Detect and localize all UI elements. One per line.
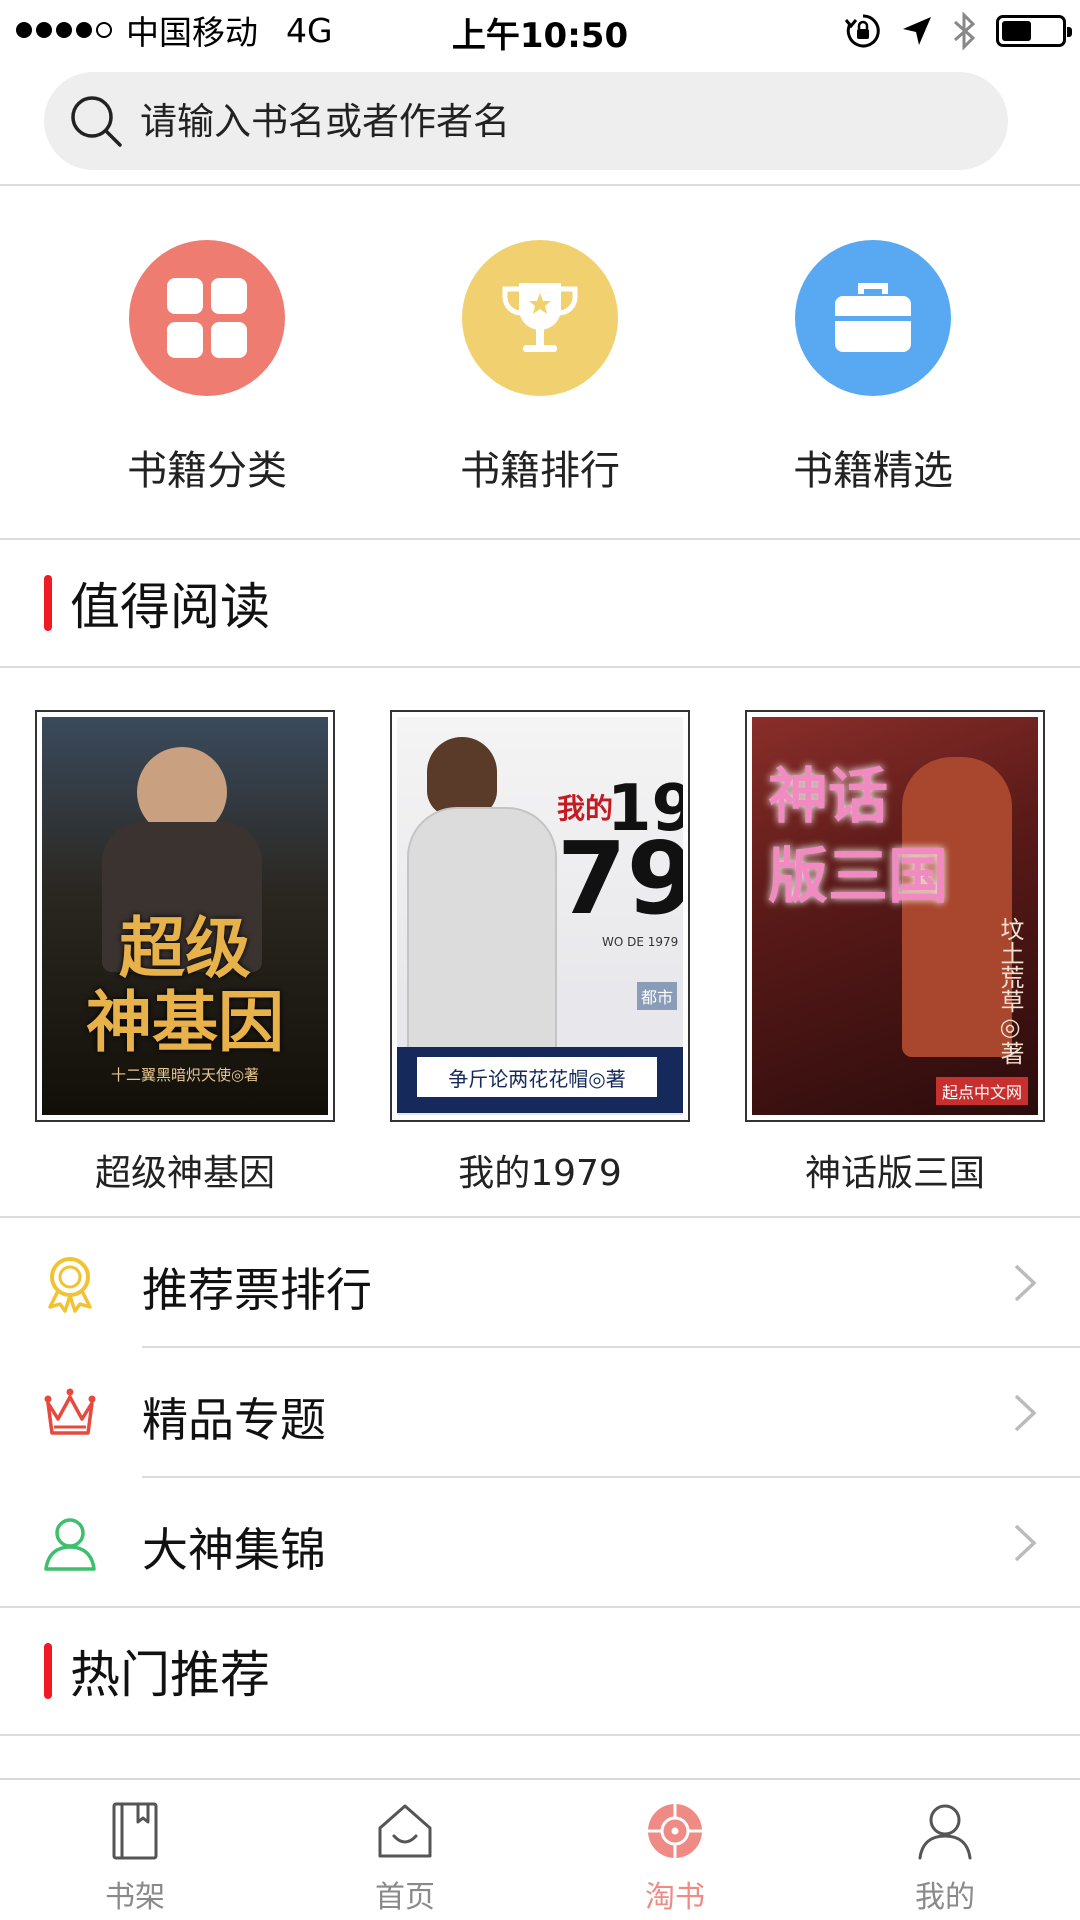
cover-subtitle: WO DE 1979 <box>602 935 679 949</box>
cover-author: 坟土荒草◎著 <box>996 917 1024 1065</box>
tab-label: 首页 <box>375 1880 435 1915</box>
tab-label: 书架 <box>105 1880 165 1915</box>
book-card[interactable]: 神话 版三国 坟土荒草◎著 起点中文网 神话版三国 <box>745 710 1045 1196</box>
list-item-label: 精品专题 <box>142 1393 326 1447</box>
grid-icon <box>167 278 247 358</box>
battery-icon <box>996 15 1072 47</box>
tab-label: 我的 <box>915 1880 975 1915</box>
target-icon <box>648 1804 702 1858</box>
list-item-label: 大神集锦 <box>142 1523 326 1577</box>
status-bar: 中国移动 4G 上午10:50 <box>0 0 1080 62</box>
tab-bookshelf[interactable]: 书架 <box>0 1780 270 1920</box>
quick-entry-category[interactable]: 书籍分类 <box>57 240 357 496</box>
cover-digits-bottom: 79 <box>557 820 683 937</box>
crown-icon <box>44 1388 96 1435</box>
app-screen: 中国移动 4G 上午10:50 请输入书名或者作者名 书籍分类 书籍排行 书籍精… <box>0 0 1080 1920</box>
search-input[interactable] <box>140 99 960 143</box>
section-header-hot-recommend: 热门推荐 <box>0 1608 1080 1734</box>
book-cover[interactable]: 争斤论两花花帽◎著 我的 19 79 WO DE 1979 都市 <box>390 710 690 1122</box>
section-accent-bar <box>44 1643 52 1699</box>
tab-home[interactable]: 首页 <box>270 1780 540 1920</box>
list-item-label: 推荐票排行 <box>142 1263 372 1317</box>
chevron-right-icon <box>1014 1264 1037 1302</box>
book-title: 超级神基因 <box>94 1153 275 1194</box>
cover-publisher: 起点中文网 <box>935 1077 1028 1105</box>
search-icon <box>71 96 122 147</box>
chevron-right-icon <box>1014 1394 1037 1432</box>
quick-entry-label: 书籍排行 <box>460 448 620 494</box>
location-icon <box>903 17 931 45</box>
bookshelf-icon <box>112 1802 158 1860</box>
section-title: 值得阅读 <box>70 578 270 636</box>
cover-author: 十二翼黑暗炽天使◎著 <box>110 1066 260 1084</box>
ranking-circle <box>462 240 618 396</box>
cover-title-line: 神话 <box>768 762 888 832</box>
home-icon <box>378 1804 432 1858</box>
list-item-recommend-ranking[interactable]: 推荐票排行 <box>0 1218 1080 1348</box>
book-card[interactable]: 争斤论两花花帽◎著 我的 19 79 WO DE 1979 都市 我的1979 <box>390 710 690 1196</box>
tab-bar: 书架 首页 淘书 我的 <box>0 1778 1080 1920</box>
tab-label: 淘书 <box>645 1880 705 1915</box>
tab-mine[interactable]: 我的 <box>810 1780 1080 1920</box>
briefcase-icon <box>835 283 911 352</box>
quick-entry-featured[interactable]: 书籍精选 <box>723 240 1023 496</box>
book-cover[interactable]: 神话 版三国 坟土荒草◎著 起点中文网 <box>745 710 1045 1122</box>
search-bar[interactable] <box>44 72 1008 170</box>
user-icon <box>918 1804 972 1860</box>
book-title: 我的1979 <box>458 1153 622 1194</box>
bluetooth-icon <box>954 11 976 51</box>
book-title: 神话版三国 <box>804 1153 985 1194</box>
list-item-featured-topics[interactable]: 精品专题 <box>0 1348 1080 1478</box>
book-card[interactable]: 超级 神基因 十二翼黑暗炽天使◎著 超级神基因 <box>35 710 335 1196</box>
cover-figure-hair <box>427 737 497 817</box>
category-circle <box>129 240 285 396</box>
section-title: 热门推荐 <box>70 1646 270 1704</box>
medal-icon <box>48 1257 92 1313</box>
quick-entry-label: 书籍分类 <box>127 448 287 494</box>
cover-title-line: 版三国 <box>768 842 948 912</box>
cover-tag: 都市 <box>637 982 678 1010</box>
cover-title-line: 神基因 <box>86 984 284 1061</box>
quick-entry-ranking[interactable]: 书籍排行 <box>390 240 690 496</box>
list-item-masters-collection[interactable]: 大神集锦 <box>0 1478 1080 1608</box>
divider <box>0 184 1080 186</box>
divider <box>0 666 1080 668</box>
quick-entries: 书籍分类 书籍排行 书籍精选 <box>0 240 1080 500</box>
featured-circle <box>795 240 951 396</box>
trophy-icon <box>502 283 578 352</box>
cover-figure <box>407 807 557 1057</box>
section-header-worth-reading: 值得阅读 <box>0 540 1080 666</box>
section-accent-bar <box>44 575 52 631</box>
person-icon <box>44 1518 96 1571</box>
book-cover[interactable]: 超级 神基因 十二翼黑暗炽天使◎著 <box>35 710 335 1122</box>
rotation-lock-icon <box>844 14 880 48</box>
divider <box>0 1734 1080 1736</box>
chevron-right-icon <box>1014 1524 1037 1562</box>
quick-entry-label: 书籍精选 <box>793 448 953 494</box>
tab-browse-books[interactable]: 淘书 <box>540 1780 810 1920</box>
cover-author: 争斤论两花花帽◎著 <box>417 1057 657 1097</box>
cover-title-line: 超级 <box>119 910 251 987</box>
